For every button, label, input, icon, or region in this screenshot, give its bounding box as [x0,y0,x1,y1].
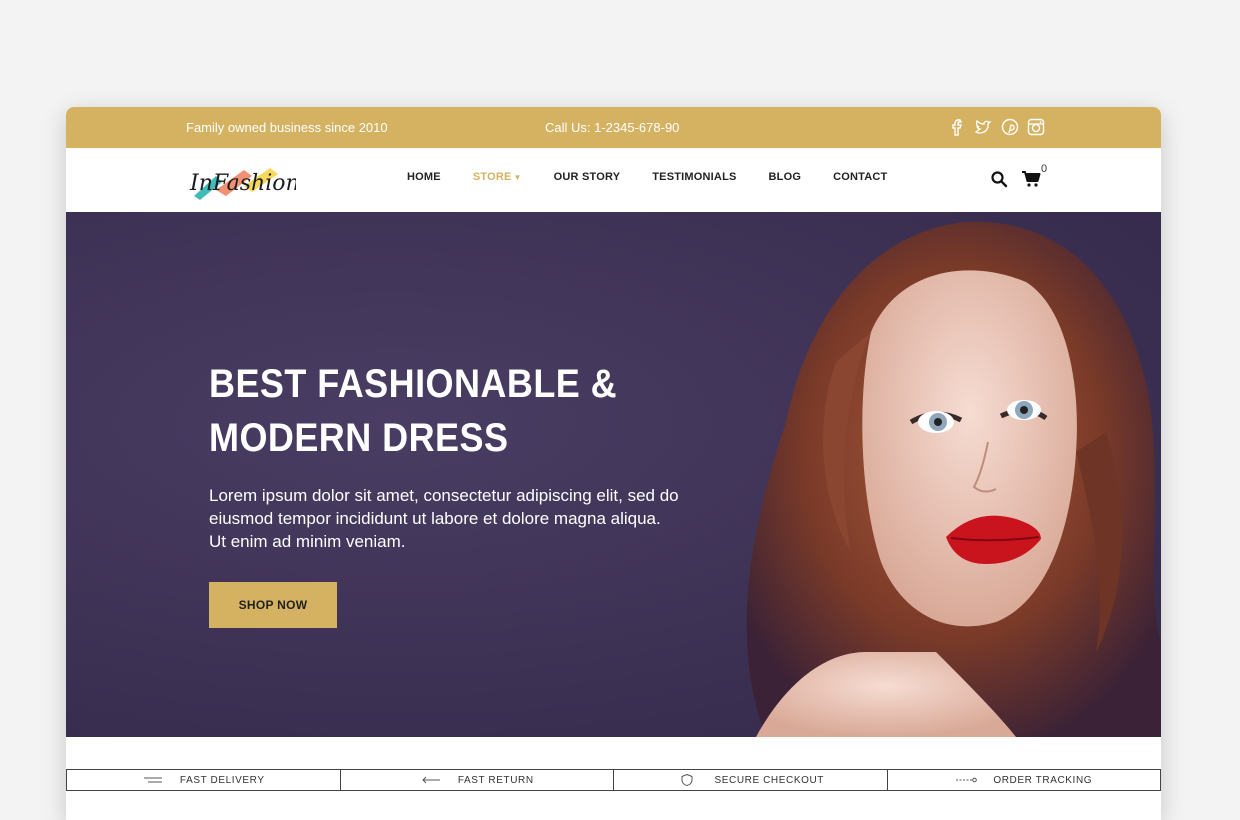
nav-testimonials[interactable]: TESTIMONIALS [652,171,736,183]
shop-now-button[interactable]: SHOP NOW [209,582,337,628]
svg-text:InFashion: InFashion [189,171,296,196]
tagline: Family owned business since 2010 [186,120,388,135]
return-icon [422,776,440,784]
search-icon[interactable] [990,170,1008,188]
feature-label: FAST DELIVERY [179,774,265,786]
shield-icon [681,774,693,786]
twitter-icon[interactable] [974,117,994,137]
feature-secure-checkout: SECURE CHECKOUT [614,770,888,790]
feature-label: ORDER TRACKING [993,774,1093,786]
instagram-icon[interactable] [1026,117,1046,137]
hero-title-line2: MODERN DRESS [209,416,509,460]
features-bar: FAST DELIVERY FAST RETURN SECURE CHECKOU… [66,769,1161,791]
nav-contact[interactable]: CONTACT [833,171,887,183]
feature-order-tracking: ORDER TRACKING [888,770,1161,790]
feature-label: FAST RETURN [457,774,534,786]
nav-blog[interactable]: BLOG [769,171,802,183]
model-portrait-image [746,221,1161,737]
facebook-icon[interactable] [948,117,968,137]
hero-banner: BEST FASHIONABLE & MODERN DRESS Lorem ips… [66,212,1161,737]
feature-fast-return: FAST RETURN [341,770,614,790]
feature-label: SECURE CHECKOUT [714,774,825,786]
cart-icon[interactable] [1021,170,1041,188]
tracking-icon [956,777,978,783]
browser-window: Family owned business since 2010 Call Us… [66,107,1161,820]
infashion-logo[interactable]: InFashion [186,156,296,204]
nav-store-label: STORE [472,171,512,183]
social-links [948,117,1046,137]
nav-our-story[interactable]: OUR STORY [554,171,621,183]
top-bar: Family owned business since 2010 Call Us… [66,107,1161,148]
nav-store[interactable]: STORE ▼ [473,171,522,183]
cart-count: 0 [1041,163,1048,175]
pinterest-icon[interactable] [1000,117,1020,137]
nav-home[interactable]: HOME [407,171,441,183]
phone-number[interactable]: Call Us: 1-2345-678-90 [545,120,679,135]
site-header: InFashion HOME STORE ▼ OUR STORY TESTIMON… [66,148,1161,212]
hero-title: BEST FASHIONABLE & MODERN DRESS [209,357,623,465]
feature-fast-delivery: FAST DELIVERY [67,770,341,790]
delivery-icon [143,777,162,783]
hero-description: Lorem ipsum dolor sit amet, consectetur … [209,486,679,551]
main-nav: HOME STORE ▼ OUR STORY TESTIMONIALS BLOG … [407,171,919,183]
hero-title-line1: BEST FASHIONABLE & [209,362,618,406]
chevron-down-icon: ▼ [513,173,522,182]
